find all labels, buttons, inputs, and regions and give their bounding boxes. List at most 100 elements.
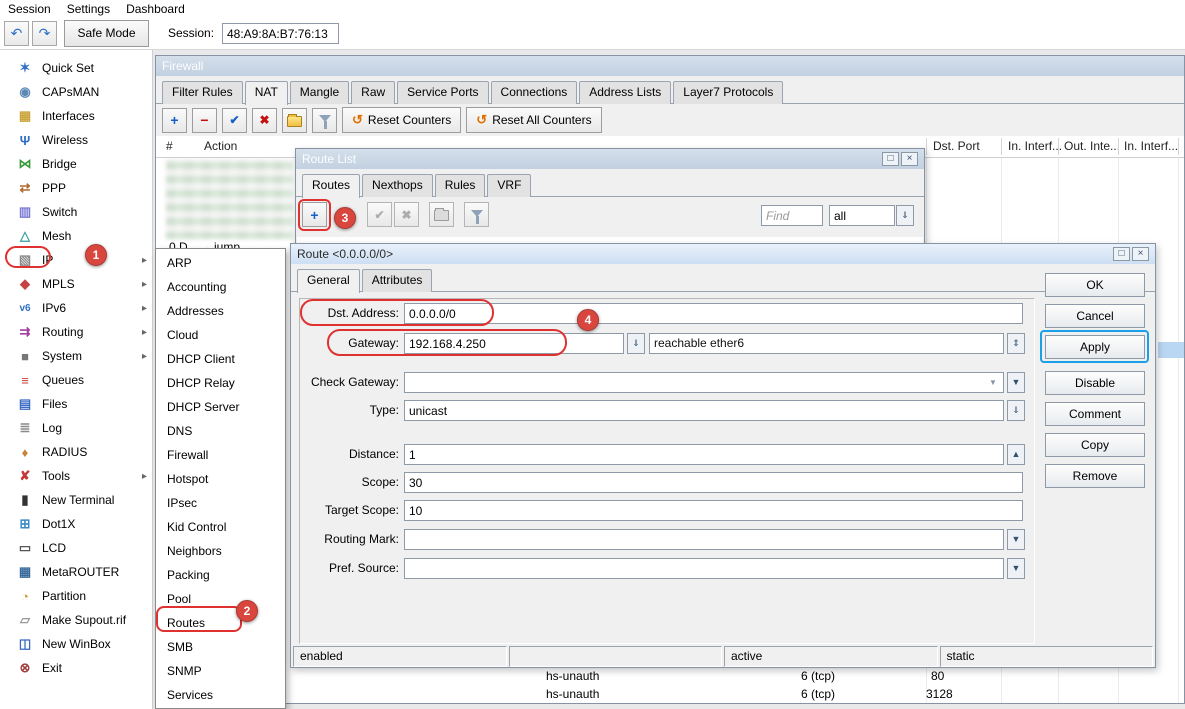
- sidebar-item-metarouter[interactable]: ▦MetaROUTER: [0, 560, 152, 584]
- close-button[interactable]: ×: [901, 152, 918, 166]
- tab-filter-rules[interactable]: Filter Rules: [162, 81, 243, 104]
- sidebar-item-radius[interactable]: ♦RADIUS: [0, 440, 152, 464]
- safe-mode-button[interactable]: Safe Mode: [64, 20, 149, 47]
- comment-button[interactable]: Comment: [1045, 402, 1145, 426]
- ip-menu-dhcp-server[interactable]: DHCP Server: [156, 395, 285, 419]
- ip-menu-packing[interactable]: Packing: [156, 563, 285, 587]
- check-gateway-input[interactable]: [404, 372, 1004, 393]
- sidebar-item-new-terminal[interactable]: ▮New Terminal: [0, 488, 152, 512]
- col-in-interface[interactable]: In. Interf...: [1008, 139, 1062, 153]
- col-out-interface[interactable]: Out. Inte...: [1064, 139, 1120, 153]
- enable-route-button[interactable]: ✔: [367, 202, 392, 227]
- sidebar-item-system[interactable]: ■System▸: [0, 344, 152, 368]
- type-dropdown-button[interactable]: ⇓: [1007, 400, 1025, 421]
- routing-mark-input[interactable]: [404, 529, 1004, 550]
- sidebar-item-mpls[interactable]: ◆MPLS▸: [0, 272, 152, 296]
- filter-button[interactable]: [312, 108, 337, 133]
- tab-attributes[interactable]: Attributes: [362, 269, 433, 292]
- route-list-titlebar[interactable]: Route List □ ×: [296, 149, 924, 169]
- ip-menu-addresses[interactable]: Addresses: [156, 299, 285, 323]
- ip-menu-snmp[interactable]: SNMP: [156, 659, 285, 683]
- column-divider[interactable]: [1178, 138, 1179, 155]
- tab-address-lists[interactable]: Address Lists: [579, 81, 671, 104]
- ip-menu-routes[interactable]: Routes: [156, 611, 285, 635]
- sidebar-item-partition[interactable]: ◔Partition: [0, 584, 152, 608]
- gateway-dropdown-button[interactable]: ⇓: [627, 333, 645, 354]
- ip-menu-neighbors[interactable]: Neighbors: [156, 539, 285, 563]
- ip-menu-services[interactable]: Services: [156, 683, 285, 707]
- sidebar-item-ipv6[interactable]: v6IPv6▸: [0, 296, 152, 320]
- sidebar-item-exit[interactable]: ⊗Exit: [0, 656, 152, 680]
- col-action[interactable]: Action: [204, 139, 237, 153]
- sidebar-item-wireless[interactable]: ΨWireless: [0, 128, 152, 152]
- pref-source-input[interactable]: [404, 558, 1004, 579]
- sidebar-item-files[interactable]: ▤Files: [0, 392, 152, 416]
- tab-connections[interactable]: Connections: [491, 81, 578, 104]
- distance-up-button[interactable]: ▲: [1007, 444, 1025, 465]
- column-divider[interactable]: [1058, 138, 1059, 155]
- cancel-button[interactable]: Cancel: [1045, 304, 1145, 328]
- undo-button[interactable]: ↶: [4, 21, 29, 46]
- close-button[interactable]: ×: [1132, 247, 1149, 261]
- ip-menu-dhcp-client[interactable]: DHCP Client: [156, 347, 285, 371]
- sidebar-item-routing[interactable]: ⇉Routing▸: [0, 320, 152, 344]
- sidebar-item-ip[interactable]: ▧IP▸: [0, 248, 152, 272]
- sidebar-item-interfaces[interactable]: ▦Interfaces: [0, 104, 152, 128]
- disable-button[interactable]: Disable: [1045, 371, 1145, 395]
- column-divider[interactable]: [1001, 138, 1002, 155]
- ip-menu-ipsec[interactable]: IPsec: [156, 491, 285, 515]
- tab-nat[interactable]: NAT: [245, 81, 288, 105]
- disable-rule-button[interactable]: ✖: [252, 108, 277, 133]
- col-dst-port[interactable]: Dst. Port: [933, 139, 980, 153]
- tab-rules[interactable]: Rules: [435, 174, 486, 197]
- sidebar-item-capsman[interactable]: ◉CAPsMAN: [0, 80, 152, 104]
- remove-rule-button[interactable]: −: [192, 108, 217, 133]
- ip-menu-accounting[interactable]: Accounting: [156, 275, 285, 299]
- col-number[interactable]: #: [166, 139, 173, 153]
- menu-dashboard[interactable]: Dashboard: [118, 1, 193, 17]
- sidebar-item-switch[interactable]: ▥Switch: [0, 200, 152, 224]
- ip-menu-smb[interactable]: SMB: [156, 635, 285, 659]
- sidebar-item-quick-set[interactable]: ✶Quick Set: [0, 56, 152, 80]
- sidebar-item-lcd[interactable]: ▭LCD: [0, 536, 152, 560]
- scope-input[interactable]: [404, 472, 1023, 493]
- gateway-add-remove-button[interactable]: ⇕: [1007, 333, 1025, 354]
- sidebar-item-mesh[interactable]: △Mesh: [0, 224, 152, 248]
- firewall-titlebar[interactable]: Firewall: [156, 56, 1184, 76]
- redo-button[interactable]: ↷: [32, 21, 57, 46]
- maximize-button[interactable]: □: [1113, 247, 1130, 261]
- ip-menu-dns[interactable]: DNS: [156, 419, 285, 443]
- apply-button[interactable]: Apply: [1045, 335, 1145, 359]
- add-rule-button[interactable]: +: [162, 108, 187, 133]
- sidebar-item-new-winbox[interactable]: ◫New WinBox: [0, 632, 152, 656]
- col-in-interface-2[interactable]: In. Interf...: [1124, 139, 1178, 153]
- table-row[interactable]: hs-unauth 6 (tcp) 80: [156, 669, 1184, 686]
- find-input[interactable]: [761, 205, 823, 226]
- distance-input[interactable]: [404, 444, 1004, 465]
- copy-button[interactable]: Copy: [1045, 433, 1145, 457]
- check-gateway-dropdown-button[interactable]: ▼: [1007, 372, 1025, 393]
- ip-menu-pool[interactable]: Pool: [156, 587, 285, 611]
- tab-layer7-protocols[interactable]: Layer7 Protocols: [673, 81, 783, 104]
- ip-menu-hotspot[interactable]: Hotspot: [156, 467, 285, 491]
- ip-menu-cloud[interactable]: Cloud: [156, 323, 285, 347]
- sidebar-item-queues[interactable]: ≡Queues: [0, 368, 152, 392]
- session-input[interactable]: [222, 23, 339, 44]
- comment-route-button[interactable]: [429, 202, 454, 227]
- tab-vrf[interactable]: VRF: [487, 174, 531, 197]
- enable-rule-button[interactable]: ✔: [222, 108, 247, 133]
- comment-button[interactable]: [282, 108, 307, 133]
- filter-scope-select[interactable]: [829, 205, 895, 226]
- sidebar-item-dot1x[interactable]: ⊞Dot1X: [0, 512, 152, 536]
- dst-address-input[interactable]: [404, 303, 1023, 324]
- ok-button[interactable]: OK: [1045, 273, 1145, 297]
- pref-source-dropdown-button[interactable]: ▼: [1007, 558, 1025, 579]
- disable-route-button[interactable]: ✖: [394, 202, 419, 227]
- tab-nexthops[interactable]: Nexthops: [362, 174, 433, 197]
- gateway-input[interactable]: [404, 333, 624, 354]
- route-dialog-titlebar[interactable]: Route <0.0.0.0/0> □ ×: [291, 244, 1155, 264]
- tab-raw[interactable]: Raw: [351, 81, 395, 104]
- menu-settings[interactable]: Settings: [59, 1, 118, 17]
- reset-counters-button[interactable]: ↺Reset Counters: [342, 107, 461, 133]
- column-divider[interactable]: [926, 138, 927, 155]
